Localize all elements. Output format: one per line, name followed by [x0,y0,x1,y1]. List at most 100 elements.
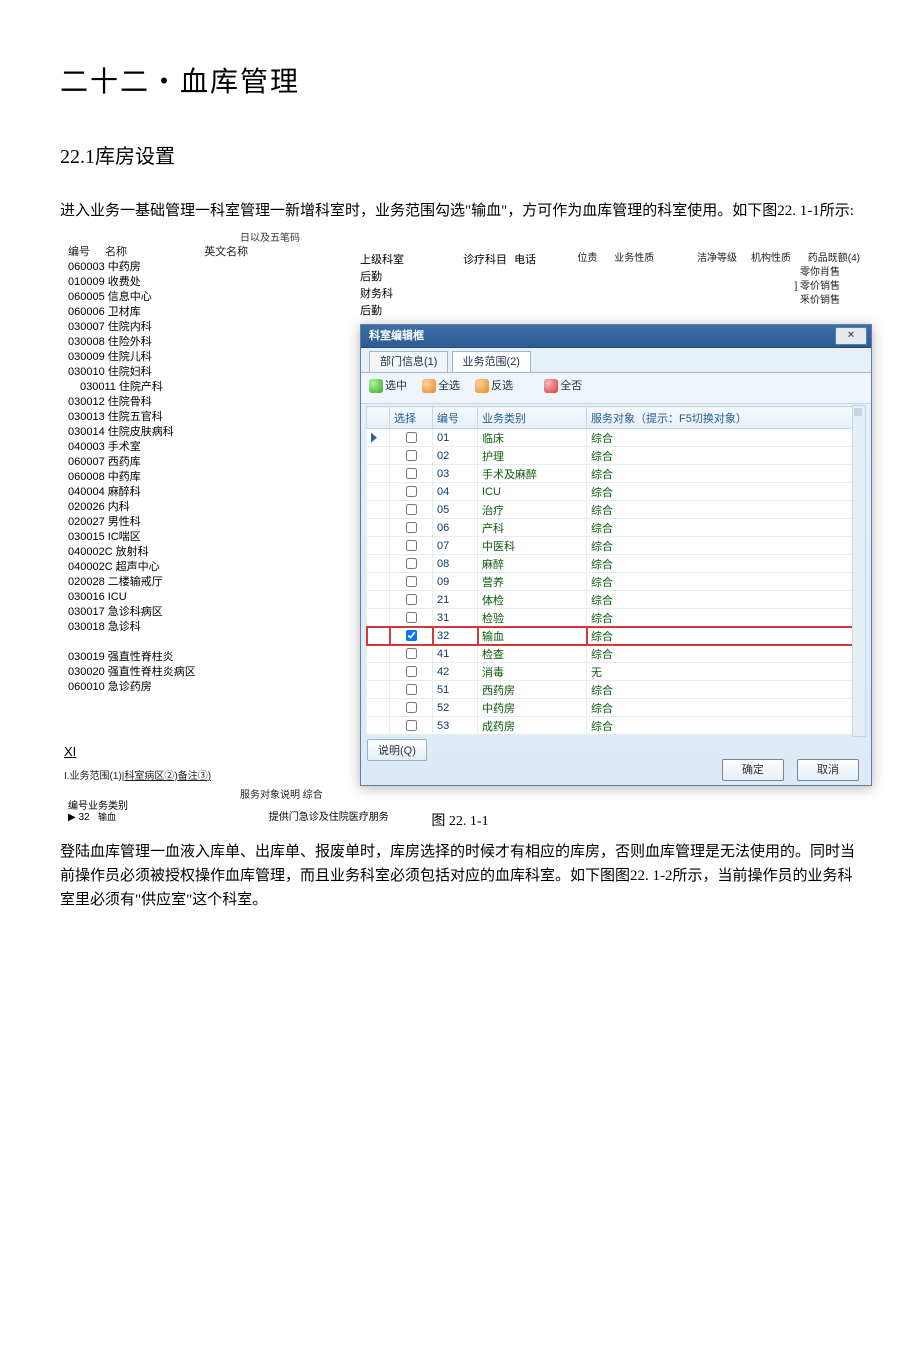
dept-item[interactable]: 030018急诊科 [60,620,290,635]
dept-item[interactable]: 060010急诊药房 [60,680,290,695]
dept-item[interactable]: 040002C超声中心 [60,560,290,575]
grid-row[interactable]: 42消毒无 [367,663,864,681]
row-marker-icon [371,433,377,443]
paragraph-1: 进入业务一基础管理一科室管理一新增科室时，业务范围勾选"输血"，方可作为血库管理… [60,199,860,223]
row-checkbox[interactable] [406,558,417,569]
right-row-2: 釆价销售 [563,294,860,308]
row-checkbox[interactable] [406,504,417,515]
grid-row[interactable]: 05治疗综合 [367,501,864,519]
dept-item[interactable]: 030011住院产科 [60,380,290,395]
dept-item[interactable]: 020027男性科 [60,515,290,530]
section-title: 22.1库房设置 [60,140,860,169]
dept-item[interactable]: 030019强直性脊柱炎 [60,650,290,665]
grid-scrollbar[interactable] [852,405,866,737]
grid-row[interactable]: 04ICU综合 [367,483,864,501]
dept-item[interactable] [60,635,290,650]
bottom-small-row: 编号业务类别 ▶ 32 输血 提供门急诊及住院医疗朋务 [68,801,870,823]
dept-item[interactable]: 020026内科 [60,500,290,515]
grid-row[interactable]: 08麻醉综合 [367,555,864,573]
row-checkbox[interactable] [406,540,417,551]
grid-row[interactable]: 53成药房综合 [367,717,864,735]
select-button[interactable]: 选中 [369,375,407,397]
grid-col-target: 服务对象（提示：F5切换对象） [587,407,864,429]
row-checkbox[interactable] [406,630,417,641]
dept-item[interactable]: 030009住院儿科 [60,350,290,365]
grid-row[interactable]: 01临床综合 [367,429,864,447]
app-screenshot: 编号 名称 英文名称 060003中药房010009收费处060005信息中心0… [60,244,860,804]
bottom-tabs: I.业务范围(1)|科室病区②)备注③) [64,767,870,782]
grid-row[interactable]: 03手术及麻醉综合 [367,465,864,483]
row-checkbox[interactable] [406,522,417,533]
dept-item[interactable]: 030020强直性脊柱炎病区 [60,665,290,680]
select-all-button[interactable]: 全选 [422,375,460,397]
dept-item[interactable]: 030012住院骨科 [60,395,290,410]
grid-row[interactable]: 52中药房综合 [367,699,864,717]
dept-item[interactable]: 020028二楼输戒厅 [60,575,290,590]
dept-item[interactable]: 030017急诊科病区 [60,605,290,620]
dept-item[interactable]: 010009收费处 [60,275,290,290]
dept-item[interactable]: 030013住院五官科 [60,410,290,425]
right-row-0: 零你肖售 [563,266,860,280]
col-biz: 业务性质 [614,252,654,266]
row-checkbox[interactable] [406,432,417,443]
dept-item[interactable]: 030008住险外科 [60,335,290,350]
grid-row[interactable]: 21体检综合 [367,591,864,609]
dept-item[interactable]: 030007住院内科 [60,320,290,335]
mid-row-1: 财务科 [360,286,536,302]
row-checkbox[interactable] [406,612,417,623]
row-checkbox[interactable] [406,666,417,677]
grid-row[interactable]: 02护理综合 [367,447,864,465]
row-checkbox[interactable] [406,468,417,479]
dept-item[interactable]: 030014住院皮肤病科 [60,425,290,440]
grid-row[interactable]: 09营养综合 [367,573,864,591]
service-target-line: 服务对象说明 综合 [240,786,870,801]
row-checkbox[interactable] [406,720,417,731]
row-checkbox[interactable] [406,486,417,497]
paragraph-2: 登陆血库管理一血液入库单、出库单、报废单时，库房选择的时候才有相应的库房，否则血… [60,840,860,912]
grid-row[interactable]: 51西药房综合 [367,681,864,699]
dept-item[interactable]: 040004麻醉科 [60,485,290,500]
select-none-button[interactable]: 全否 [544,375,582,397]
invert-icon [475,379,489,393]
dialog-title-text: 科室编辑框 [369,330,424,342]
grid-row[interactable]: 07中医科综合 [367,537,864,555]
business-scope-grid[interactable]: 选择 编号 业务类别 服务对象（提示：F5切换对象） 01临床综合02护理综合0… [366,406,864,735]
dept-item[interactable]: 030015IC喘区 [60,530,290,545]
invert-button[interactable]: 反选 [475,375,513,397]
tab-dept-info[interactable]: 部门信息(1) [369,351,448,372]
dept-item[interactable]: 060005信息中心 [60,290,290,305]
selection-toolbar: 选中 全选 反选 全否 [361,373,871,404]
close-button[interactable]: × [835,327,867,345]
col-clinic: 诊疗科目 [463,254,507,266]
row-checkbox[interactable] [406,594,417,605]
doc-title: 二十二・血库管理 [60,60,860,100]
grid-row[interactable]: 06产科综合 [367,519,864,537]
dialog-titlebar: 科室编辑框 × [361,325,871,348]
row-checkbox[interactable] [406,684,417,695]
xi-label: XI [64,744,870,759]
row-checkbox[interactable] [406,702,417,713]
grid-col-category: 业务类别 [478,407,587,429]
grid-row[interactable]: 41检查综合 [367,645,864,663]
row-checkbox[interactable] [406,648,417,659]
col-pos: 位责 [577,252,597,266]
col-eng: 英文名称 [168,244,248,260]
dept-item[interactable]: 030010住院妇科 [60,365,290,380]
dept-item[interactable]: 040003手术室 [60,440,290,455]
tab-business-scope[interactable]: 业务范围(2) [452,351,531,372]
row-checkbox[interactable] [406,576,417,587]
grid-row[interactable]: 32输血综合 [367,627,864,645]
col-code: 编号 [68,244,102,260]
dept-item[interactable]: 060007西药库 [60,455,290,470]
dept-item[interactable]: 040002C放射科 [60,545,290,560]
dept-item[interactable]: 060003中药房 [60,260,290,275]
col-quota: 药品既额(4) [808,252,860,266]
grid-row[interactable]: 31检验综合 [367,609,864,627]
row-checkbox[interactable] [406,450,417,461]
dept-item[interactable]: 030016ICU [60,590,290,605]
grid-col-select: 选择 [390,407,433,429]
dept-item[interactable]: 060006卫材库 [60,305,290,320]
bottom-fragment: XI I.业务范围(1)|科室病区②)备注③) 服务对象说明 综合 编号业务类别… [60,744,870,823]
dept-item[interactable]: 060008中药库 [60,470,290,485]
col-name: 名称 [105,244,165,260]
